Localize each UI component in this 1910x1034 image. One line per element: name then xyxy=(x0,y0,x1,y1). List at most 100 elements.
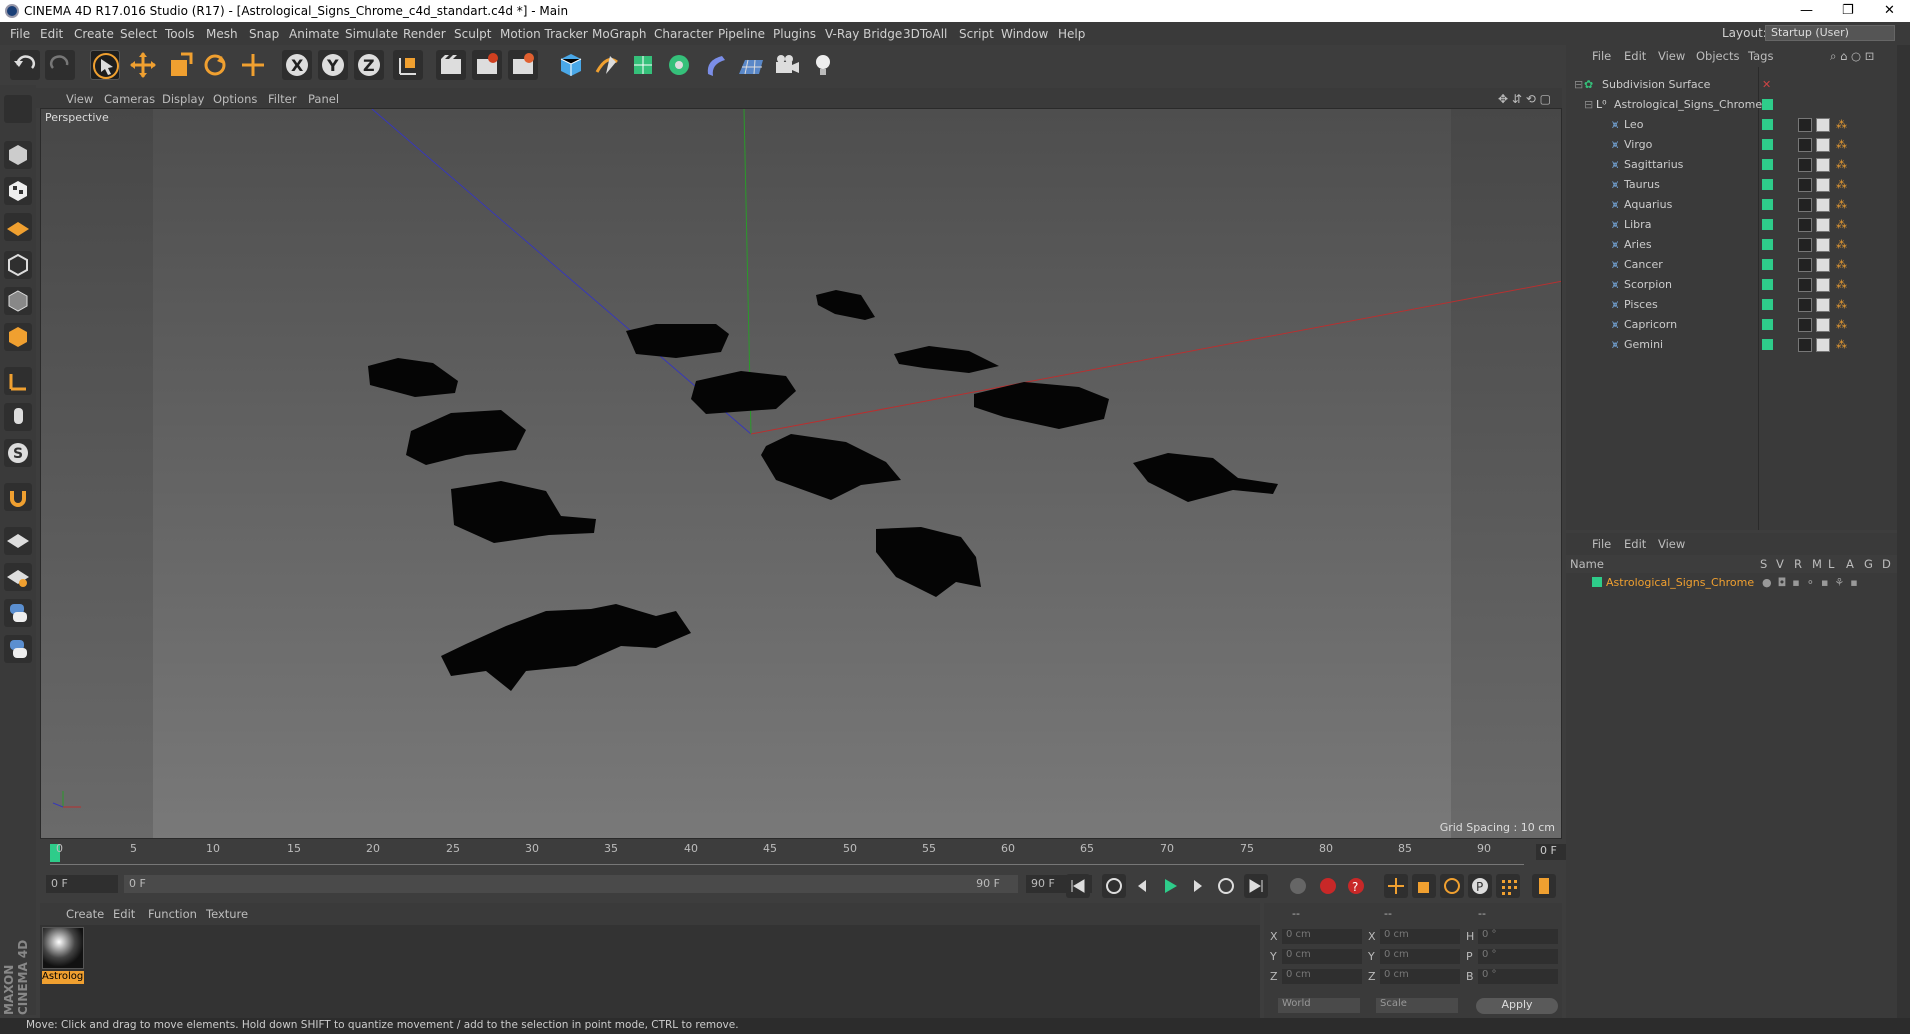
object-enabled-icon[interactable] xyxy=(1762,199,1773,210)
uvw-tag-icon[interactable]: ⁂ xyxy=(1836,238,1847,251)
viewport-menu-options[interactable]: Options xyxy=(213,92,257,106)
object-row[interactable]: ⩙ Gemini ⁂ xyxy=(1566,335,1906,355)
menu-tools[interactable]: Tools xyxy=(165,27,195,41)
object-row[interactable]: ⩙ Aquarius ⁂ xyxy=(1566,195,1906,215)
menu-character[interactable]: Character xyxy=(654,27,713,41)
key-rotation-icon[interactable] xyxy=(1440,874,1464,898)
phong-tag-icon[interactable] xyxy=(1798,258,1812,272)
menu-sculpt[interactable]: Sculpt xyxy=(454,27,491,41)
key-pla-icon[interactable] xyxy=(1496,874,1520,898)
om-menu-objects[interactable]: Objects xyxy=(1696,49,1739,63)
om-menu-view[interactable]: View xyxy=(1658,49,1685,63)
object-enabled-icon[interactable] xyxy=(1762,139,1773,150)
subdivision-surface-icon[interactable] xyxy=(628,50,658,80)
3d-viewport[interactable]: Perspective Grid Spacing : 10 cm xyxy=(40,108,1562,839)
uvw-tag-icon[interactable]: ⁂ xyxy=(1836,338,1847,351)
menu-mesh[interactable]: Mesh xyxy=(206,27,238,41)
size-z-field[interactable]: 0 cm xyxy=(1380,969,1460,984)
object-enabled-icon[interactable] xyxy=(1762,259,1773,270)
object-enabled-icon[interactable] xyxy=(1762,239,1773,250)
object-enabled-icon[interactable] xyxy=(1762,159,1773,170)
layout-select[interactable]: Startup (User) xyxy=(1765,25,1895,41)
menu-window[interactable]: Window xyxy=(1001,27,1048,41)
position-z-field[interactable]: 0 cm xyxy=(1282,969,1362,984)
menu-script[interactable]: Script xyxy=(959,27,994,41)
phong-tag-icon[interactable] xyxy=(1798,338,1812,352)
layer-color-swatch[interactable] xyxy=(1592,577,1602,587)
position-y-field[interactable]: 0 cm xyxy=(1282,949,1362,964)
y-axis-lock-icon[interactable]: Y xyxy=(318,50,348,80)
scale-tool-icon[interactable] xyxy=(165,50,195,80)
record-keys-icon[interactable] xyxy=(1286,874,1310,898)
uvw-tag-icon[interactable]: ⁂ xyxy=(1836,318,1847,331)
phong-tag-icon[interactable] xyxy=(1798,178,1812,192)
key-scale-icon[interactable] xyxy=(1412,874,1436,898)
next-key-icon[interactable] xyxy=(1214,874,1238,898)
uvw-tag-icon[interactable]: ⁂ xyxy=(1836,218,1847,231)
keyframe-selection-icon[interactable]: ? xyxy=(1344,874,1368,898)
render-picture-viewer-icon[interactable] xyxy=(472,50,502,80)
menu-animate[interactable]: Animate xyxy=(289,27,339,41)
size-y-field[interactable]: 0 cm xyxy=(1380,949,1460,964)
viewport-navigation-icons[interactable]: ✥ ⇵ ⟲ ▢ xyxy=(1498,92,1551,106)
object-enabled-icon[interactable] xyxy=(1762,279,1773,290)
object-row[interactable]: ⩙ Taurus ⁂ xyxy=(1566,175,1906,195)
timeline-ruler[interactable]: 0 5 10 15 20 25 30 35 40 45 50 55 60 65 … xyxy=(40,842,1598,870)
phong-tag-icon[interactable] xyxy=(1798,238,1812,252)
object-enabled-icon[interactable] xyxy=(1762,119,1773,130)
phong-tag-icon[interactable] xyxy=(1798,218,1812,232)
menu-file[interactable]: File xyxy=(10,27,30,41)
key-position-icon[interactable] xyxy=(1384,874,1408,898)
menu-render[interactable]: Render xyxy=(403,27,446,41)
uvw-tag-icon[interactable]: ⁂ xyxy=(1836,158,1847,171)
axis-mode-icon[interactable] xyxy=(4,367,32,395)
uvw-tag-icon[interactable]: ⁂ xyxy=(1836,118,1847,131)
rotation-h-field[interactable]: 0 ° xyxy=(1478,929,1558,944)
light-icon[interactable] xyxy=(808,50,838,80)
goto-start-icon[interactable] xyxy=(1066,874,1090,898)
position-x-field[interactable]: 0 cm xyxy=(1282,929,1362,944)
material-menu-function[interactable]: Function xyxy=(148,907,197,921)
texture-tag-icon[interactable] xyxy=(1816,258,1830,272)
menu-snap[interactable]: Snap xyxy=(249,27,279,41)
restore-icon[interactable]: ❐ xyxy=(1842,3,1854,18)
menu-simulate[interactable]: Simulate xyxy=(345,27,398,41)
texture-tag-icon[interactable] xyxy=(1816,198,1830,212)
transform-tool-icon[interactable] xyxy=(238,50,268,80)
texture-tag-icon[interactable] xyxy=(1816,158,1830,172)
material-name[interactable]: Astrolog xyxy=(42,971,84,984)
menu-vray-bridge[interactable]: V-Ray Bridge xyxy=(825,27,902,41)
expand-toggle-icon[interactable]: ⊟ xyxy=(1584,98,1593,111)
menu-edit[interactable]: Edit xyxy=(40,27,63,41)
frame-range-slider[interactable]: 0 F 90 F xyxy=(124,875,1018,893)
deformer-icon[interactable] xyxy=(700,50,730,80)
texture-tag-icon[interactable] xyxy=(1816,238,1830,252)
pen-spline-icon[interactable] xyxy=(592,50,622,80)
camera-icon[interactable] xyxy=(772,50,802,80)
material-menu-create[interactable]: Create xyxy=(66,907,104,921)
om-menu-tags[interactable]: Tags xyxy=(1748,49,1773,63)
locked-workplane-icon[interactable] xyxy=(4,563,32,591)
phong-tag-icon[interactable] xyxy=(1798,318,1812,332)
prev-key-icon[interactable] xyxy=(1102,874,1126,898)
menu-help[interactable]: Help xyxy=(1058,27,1085,41)
object-row[interactable]: ⩙ Scorpion ⁂ xyxy=(1566,275,1906,295)
viewport-menu-display[interactable]: Display xyxy=(162,92,204,106)
timeline-layout-icon[interactable] xyxy=(1532,874,1556,898)
minimize-icon[interactable]: — xyxy=(1800,3,1813,18)
menu-plugins[interactable]: Plugins xyxy=(773,27,816,41)
menu-mograph[interactable]: MoGraph xyxy=(592,27,647,41)
uvw-tag-icon[interactable]: ⁂ xyxy=(1836,178,1847,191)
autokey-icon[interactable] xyxy=(1316,874,1340,898)
object-enabled-icon[interactable] xyxy=(1762,219,1773,230)
object-row[interactable]: ⩙ Pisces ⁂ xyxy=(1566,295,1906,315)
render-settings-icon[interactable] xyxy=(508,50,538,80)
object-enabled-icon[interactable] xyxy=(1762,339,1773,350)
rotation-p-field[interactable]: 0 ° xyxy=(1478,949,1558,964)
coord-size-mode-select[interactable]: Scale xyxy=(1376,998,1458,1013)
texture-tag-icon[interactable] xyxy=(1816,338,1830,352)
viewport-menu-view[interactable]: View xyxy=(66,92,93,106)
phong-tag-icon[interactable] xyxy=(1798,138,1812,152)
texture-tag-icon[interactable] xyxy=(1816,118,1830,132)
phong-tag-icon[interactable] xyxy=(1798,298,1812,312)
